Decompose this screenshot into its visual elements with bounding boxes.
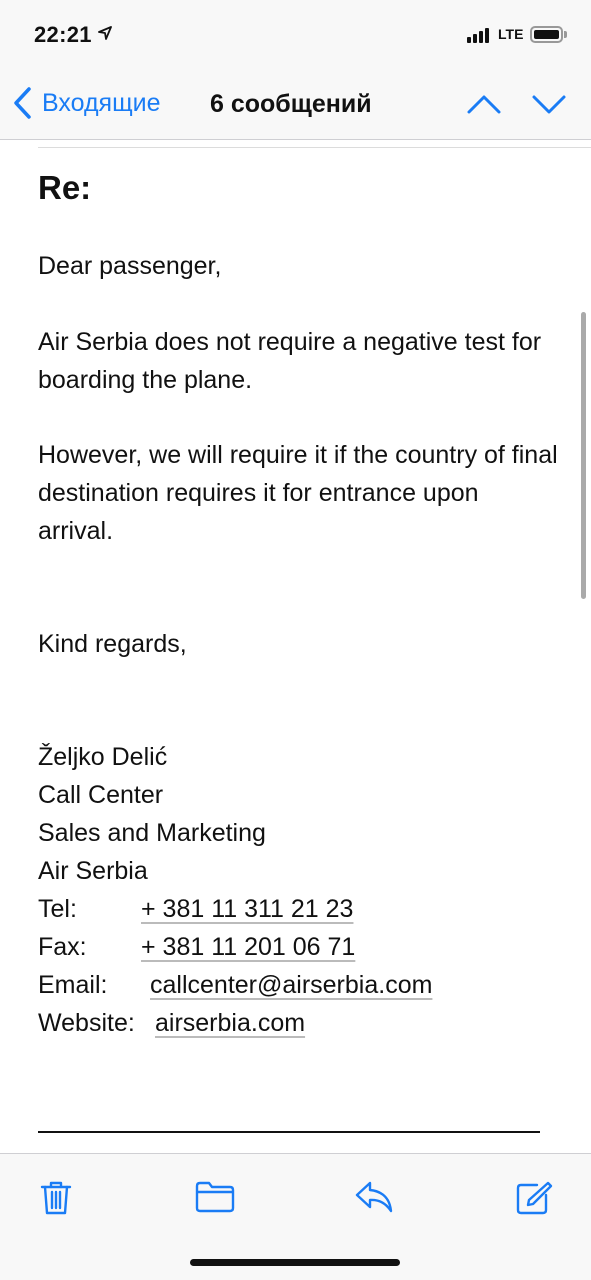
reply-icon[interactable] [354, 1180, 394, 1214]
signature-email-row: Email: callcenter@airserbia.com [38, 966, 558, 1004]
fax-link[interactable]: + 381 11 201 06 71 [141, 928, 355, 966]
website-link[interactable]: airserbia.com [155, 1004, 305, 1042]
email-paragraph-2: However, we will require it if the count… [38, 441, 558, 545]
signature-name: Željko Delić [38, 743, 168, 771]
battery-tip [564, 31, 567, 38]
tel-label: Tel: [38, 895, 77, 923]
signature-fax-row: Fax: + 381 11 201 06 71 [38, 928, 558, 966]
email-closing: Kind regards, [38, 630, 187, 658]
email-content[interactable]: Re: Dear passenger, Air Serbia does not … [0, 141, 591, 1153]
chevron-left-icon [14, 87, 31, 119]
trash-icon[interactable] [40, 1180, 72, 1216]
chevron-down-icon[interactable] [531, 92, 567, 116]
signature-line: Call Center [38, 781, 164, 809]
tel-link[interactable]: + 381 11 311 21 23 [141, 890, 353, 928]
separator-rule [38, 1131, 540, 1133]
signature-line: Sales and Marketing [38, 819, 266, 847]
back-label: Входящие [42, 88, 161, 117]
compose-icon[interactable] [515, 1180, 553, 1216]
email-greeting: Dear passenger, [38, 252, 222, 280]
email-label: Email: [38, 971, 108, 999]
email-paragraph-1: Air Serbia does not require a negative t… [38, 328, 542, 394]
page-title: 6 сообщений [210, 90, 372, 118]
status-time: 22:21 [34, 22, 92, 47]
home-indicator[interactable] [190, 1259, 400, 1266]
email-link[interactable]: callcenter@airserbia.com [150, 966, 432, 1004]
chevron-up-icon[interactable] [466, 92, 502, 116]
network-type: LTE [498, 26, 524, 42]
email-subject: Re: [38, 169, 92, 206]
nav-bar: Входящие 6 сообщений [0, 70, 591, 140]
divider [38, 147, 591, 148]
folder-icon[interactable] [195, 1180, 235, 1214]
signature-line: Air Serbia [38, 857, 148, 885]
scrollbar[interactable] [581, 312, 586, 599]
signature-tel-row: Tel: + 381 11 311 21 23 [38, 890, 558, 928]
location-arrow-icon [98, 26, 112, 40]
battery-icon [530, 26, 563, 43]
email-signature: Željko Delić Call Center Sales and Marke… [38, 738, 558, 1042]
fax-label: Fax: [38, 933, 87, 961]
signal-icon [467, 27, 489, 43]
status-bar: 22:21 LTE [0, 0, 591, 70]
bottom-toolbar [0, 1153, 591, 1280]
back-button[interactable]: Входящие [12, 86, 161, 120]
signature-website-row: Website: airserbia.com [38, 1004, 558, 1042]
website-label: Website: [38, 1009, 135, 1037]
